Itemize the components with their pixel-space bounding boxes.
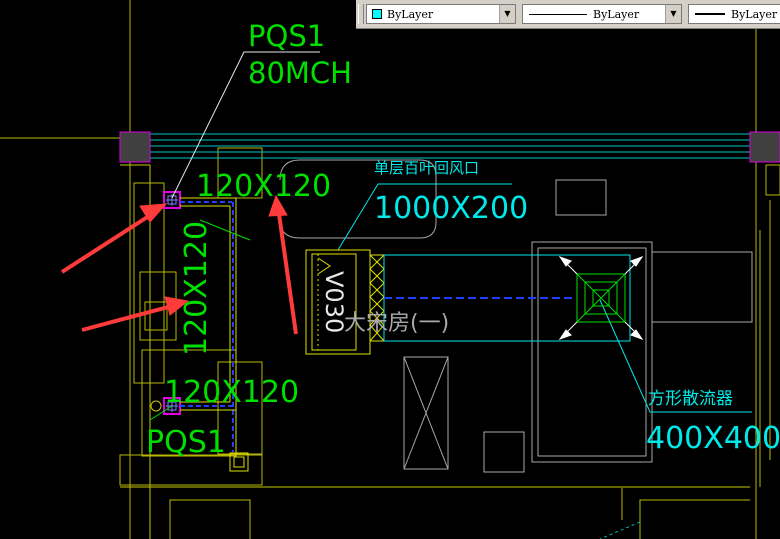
color-control-value: ByLayer (387, 8, 434, 21)
grille-size: 1000X200 (374, 191, 528, 226)
duct-size-vertical: 120X120 (179, 221, 214, 356)
room-name: 大宋房(一) (344, 311, 449, 336)
lineweight-control-value: ByLayer (731, 8, 778, 21)
square-diffuser[interactable] (576, 273, 626, 323)
linetype-control-value: ByLayer (593, 8, 640, 21)
lineweight-control-dropdown[interactable]: ByLayer (688, 4, 780, 24)
cad-drawing-canvas[interactable]: PQS1 80MCH 120X120 120X120 120X120 PQS1 … (0, 0, 780, 539)
beam-band (119, 131, 780, 163)
duct-size-top: 120X120 (196, 169, 331, 204)
leader-lines (149, 51, 752, 421)
bottom-tag-name: PQS1 (146, 425, 226, 460)
chevron-down-icon[interactable]: ▼ (499, 5, 515, 23)
chevron-down-icon[interactable]: ▼ (665, 5, 681, 23)
linetype-preview (529, 14, 587, 15)
toolbar-grip[interactable] (358, 4, 364, 24)
color-swatch (372, 9, 382, 19)
lineweight-preview (695, 13, 725, 15)
top-tag-name: PQS1 (248, 19, 325, 53)
exhaust-fan-top[interactable] (163, 191, 181, 209)
color-control-dropdown[interactable]: ByLayer ▼ (366, 4, 516, 24)
diffuser-size: 400X400 (646, 421, 780, 456)
duct-size-bottom: 120X120 (164, 375, 299, 410)
diffuser-label: 方形散流器 (648, 389, 733, 409)
properties-toolbar: ByLayer ▼ ByLayer ▼ ByLayer (356, 0, 780, 29)
top-tag-flow: 80MCH (248, 56, 352, 90)
linetype-control-dropdown[interactable]: ByLayer ▼ (522, 4, 682, 24)
grille-label: 单层百叶回风口 (374, 159, 479, 177)
wall-linework (0, 0, 780, 539)
